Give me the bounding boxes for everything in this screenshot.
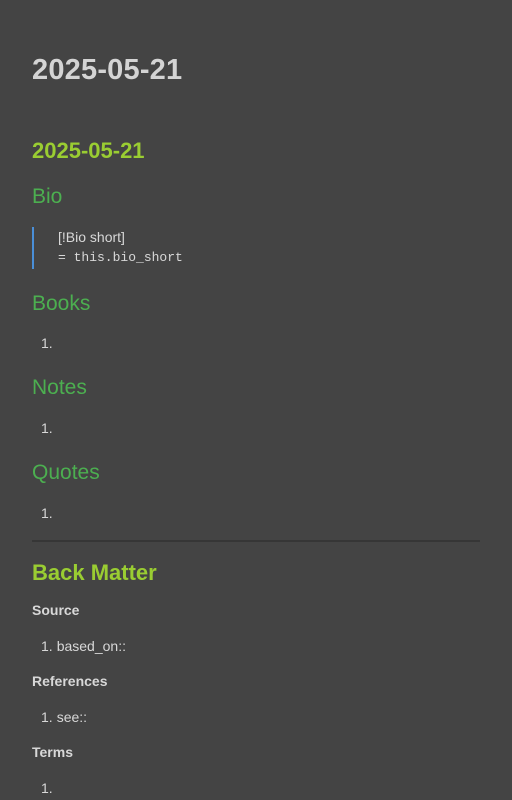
books-heading: Books (32, 292, 91, 315)
callout-code: = this.bio_short (58, 250, 183, 265)
books-list-item[interactable]: 1. (41, 335, 57, 351)
list-item-number: 1. (41, 709, 53, 725)
note-page: 2025-05-21 2025-05-21 Bio [!Bio short] =… (0, 0, 512, 800)
quotes-list-item[interactable]: 1. (41, 505, 57, 521)
terms-heading: Terms (32, 744, 73, 760)
references-list-item[interactable]: 1. see:: (41, 709, 87, 725)
source-list-item[interactable]: 1. based_on:: (41, 638, 126, 654)
terms-list-item[interactable]: 1. (41, 780, 57, 796)
callout-label: [!Bio short] (58, 229, 125, 245)
list-item-number: 1. (41, 420, 53, 436)
horizontal-rule (32, 540, 480, 542)
bio-callout: [!Bio short] = this.bio_short (32, 227, 472, 269)
notes-list-item[interactable]: 1. (41, 420, 57, 436)
quotes-heading: Quotes (32, 461, 100, 484)
notes-heading: Notes (32, 376, 87, 399)
list-item-number: 1. (41, 335, 53, 351)
source-item-text: based_on:: (56, 638, 126, 654)
source-heading: Source (32, 602, 80, 618)
bio-heading: Bio (32, 185, 63, 208)
list-item-number: 1. (41, 505, 53, 521)
back-matter-heading: Back Matter (32, 560, 157, 585)
references-item-text: see:: (56, 709, 88, 725)
note-heading: 2025-05-21 (32, 138, 145, 163)
list-item-number: 1. (41, 638, 53, 654)
page-title: 2025-05-21 (32, 54, 183, 86)
list-item-number: 1. (41, 780, 53, 796)
references-heading: References (32, 673, 108, 689)
